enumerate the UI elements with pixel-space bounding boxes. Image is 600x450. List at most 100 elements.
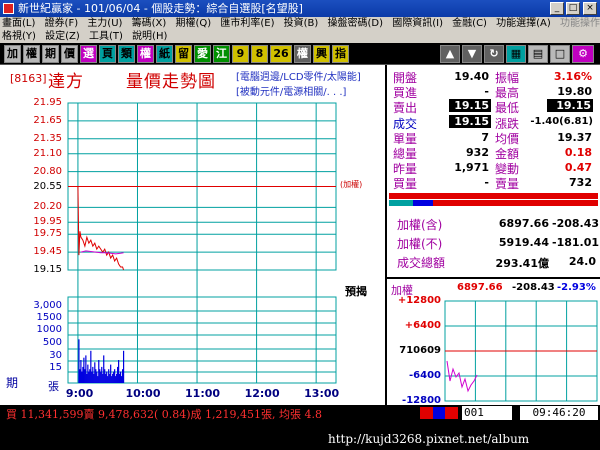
menu-item-screen[interactable]: 畫面(L) — [2, 18, 35, 29]
toolbar-button-6[interactable]: 頁 — [99, 45, 116, 63]
ask-qty-label: 賣量 — [495, 177, 520, 191]
price-tick-label: 20.55 — [33, 180, 62, 192]
total-turnover-ratio: 24.0 — [568, 255, 596, 268]
toolbar-button-13[interactable]: 9 — [232, 45, 249, 63]
menu-row-1: 畫面(L) 證券(F) 主力(U) 籌碼(X) 期權(Q) 匯市利率(E) 投資… — [2, 17, 600, 30]
main-area: [8163] 達方 量價走勢圖 [電腦週邊/LCD零件/太陽能] [被動元件/電… — [0, 65, 600, 406]
window-icon[interactable]: □ — [550, 45, 570, 63]
toolbar-button-12[interactable]: 江 — [213, 45, 230, 63]
menu-item-view[interactable]: 格視(Y) — [2, 31, 36, 42]
menu-item-intl-info[interactable]: 國際資訊(I) — [392, 18, 443, 29]
time-tick-label: 9:00 — [65, 387, 94, 400]
minimize-button[interactable]: _ — [550, 2, 564, 15]
low-value: 19.15 — [547, 99, 593, 112]
settings-icon[interactable]: ⚙ — [572, 45, 594, 63]
mini-tick-label: +12800 — [397, 295, 441, 306]
page-icon[interactable]: ▤ — [528, 45, 548, 63]
menu-item-function-select[interactable]: 功能選擇(A) — [496, 18, 551, 29]
menu-item-invest[interactable]: 投資(B) — [284, 18, 319, 29]
price-tick-label: 19.75 — [33, 228, 62, 240]
menu-item-settings[interactable]: 設定(Z) — [45, 31, 80, 42]
volume-tick-label: 30 — [49, 350, 62, 361]
index-summary: 加權(含) 6897.66 -208.43 加權(不) 5919.44 -181… — [387, 210, 600, 277]
price-tick-label: 21.10 — [33, 147, 62, 159]
toolbar-button-4[interactable]: 價 — [61, 45, 78, 63]
weighted-ref-label: (加權) — [340, 180, 363, 189]
weighted-excl-label: 加權(不) — [397, 237, 443, 251]
price-tick-label: 20.80 — [33, 165, 62, 177]
stock-code: [8163] — [10, 72, 47, 85]
weighted-incl-label: 加權(含) — [397, 218, 443, 232]
toolbar-button-15[interactable]: 26 — [270, 45, 292, 63]
watermark: http://kujd3268.pixnet.net/album — [328, 432, 530, 446]
weighted-excl-change: -181.01 — [552, 236, 600, 249]
toolbar-button-9[interactable]: 紙 — [156, 45, 173, 63]
toolbar: 加 權 期 價 選 頁 類 權 紙 留 愛 江 9 8 26 權 興 指 ▲ ▼… — [0, 43, 600, 65]
bid-qty-label: 買量 — [393, 177, 418, 191]
toolbar-button-1[interactable]: 加 — [4, 45, 21, 63]
toolbar-button-11[interactable]: 愛 — [194, 45, 211, 63]
toolbar-button-3[interactable]: 期 — [42, 45, 59, 63]
menu-item-fx-rates[interactable]: 匯市利率(E) — [220, 18, 274, 29]
menu-item-function-operate: 功能操作(F) — [560, 18, 600, 29]
period-label: 期 — [6, 376, 19, 390]
menu-row-2: 格視(Y) 設定(Z) 工具(T) 說明(H) — [2, 30, 173, 43]
menu-item-mainforce[interactable]: 主力(U) — [87, 18, 122, 29]
category-2: [被動元件/電源相關/. . .] — [236, 87, 347, 98]
close-button[interactable]: × — [583, 2, 597, 15]
amount-value: 0.18 — [564, 146, 592, 159]
toolbar-button-16[interactable]: 權 — [294, 45, 311, 63]
grid-icon[interactable]: ▦ — [506, 45, 526, 63]
menu-item-chips[interactable]: 籌碼(X) — [132, 18, 167, 29]
mini-tick-label: 710609 — [399, 345, 441, 356]
price-tick-label: 19.15 — [33, 264, 62, 275]
volume-tick-label: 1000 — [36, 324, 62, 335]
toolbar-button-10[interactable]: 留 — [175, 45, 192, 63]
low-label: 最低 — [495, 101, 520, 115]
page-down-icon[interactable]: ▼ — [462, 45, 482, 63]
toolbar-button-2[interactable]: 權 — [23, 45, 40, 63]
volume-unit-label: 張 — [48, 380, 59, 393]
clock: 09:46:20 — [520, 406, 598, 420]
weighted-excl-value: 5919.44 — [498, 236, 549, 249]
menu-item-trading-code[interactable]: 操盤密碼(D) — [328, 18, 384, 29]
toolbar-button-14[interactable]: 8 — [251, 45, 268, 63]
pre-disclosure-label: 預揭 — [343, 283, 369, 299]
price-tick-label: 19.95 — [33, 216, 62, 228]
mini-tick-label: -6400 — [409, 370, 441, 381]
market-strength-indicator — [420, 407, 458, 419]
menu-item-finance[interactable]: 金融(C) — [452, 18, 487, 29]
stock-name: 達方 — [48, 72, 84, 92]
buy-value: - — [484, 85, 489, 98]
toolbar-button-17[interactable]: 興 — [313, 45, 330, 63]
toolbar-button-18[interactable]: 指 — [332, 45, 349, 63]
total-turnover-label: 成交總額 — [397, 256, 446, 270]
volume-tick-label: 3,000 — [33, 300, 62, 311]
market-ticker: 買 11,341,599賣 9,478,632( 0.84)成 1,219,45… — [6, 408, 322, 421]
volume-tick-label: 1500 — [36, 312, 62, 323]
menu-item-help[interactable]: 說明(H) — [132, 31, 167, 42]
menu-item-tools[interactable]: 工具(T) — [89, 31, 123, 42]
price-tick-label: 21.35 — [33, 132, 62, 144]
maximize-button[interactable]: □ — [566, 2, 580, 15]
single-vol-value: 7 — [481, 131, 489, 144]
menu-item-securities[interactable]: 證券(F) — [45, 18, 79, 29]
avg-price-value: 19.37 — [557, 131, 592, 144]
price-tick-label: 21.95 — [33, 97, 62, 108]
page-up-icon[interactable]: ▲ — [440, 45, 460, 63]
window-title: 新世紀贏家 - 101/06/04 - 個股走勢：綜合自選股[名望股] — [18, 2, 303, 15]
price-tick-label: 20.20 — [33, 201, 62, 213]
status-bar: 買 11,341,599賣 9,478,632( 0.84)成 1,219,45… — [0, 405, 600, 421]
refresh-icon[interactable]: ↻ — [484, 45, 504, 63]
weighted-incl-change: -208.43 — [552, 217, 600, 230]
deal-value: 19.15 — [449, 115, 491, 128]
change-value: -1.40(6.81) — [530, 116, 593, 127]
stock-code-input[interactable]: 001 — [462, 406, 512, 420]
toolbar-button-5[interactable]: 選 — [80, 45, 97, 63]
menu-item-options[interactable]: 期權(Q) — [175, 18, 211, 29]
volume-tick-label: 500 — [42, 337, 62, 348]
bid-qty-value: - — [484, 176, 489, 189]
toolbar-button-7[interactable]: 類 — [118, 45, 135, 63]
sell-value: 19.15 — [449, 99, 491, 112]
toolbar-button-8[interactable]: 權 — [137, 45, 154, 63]
